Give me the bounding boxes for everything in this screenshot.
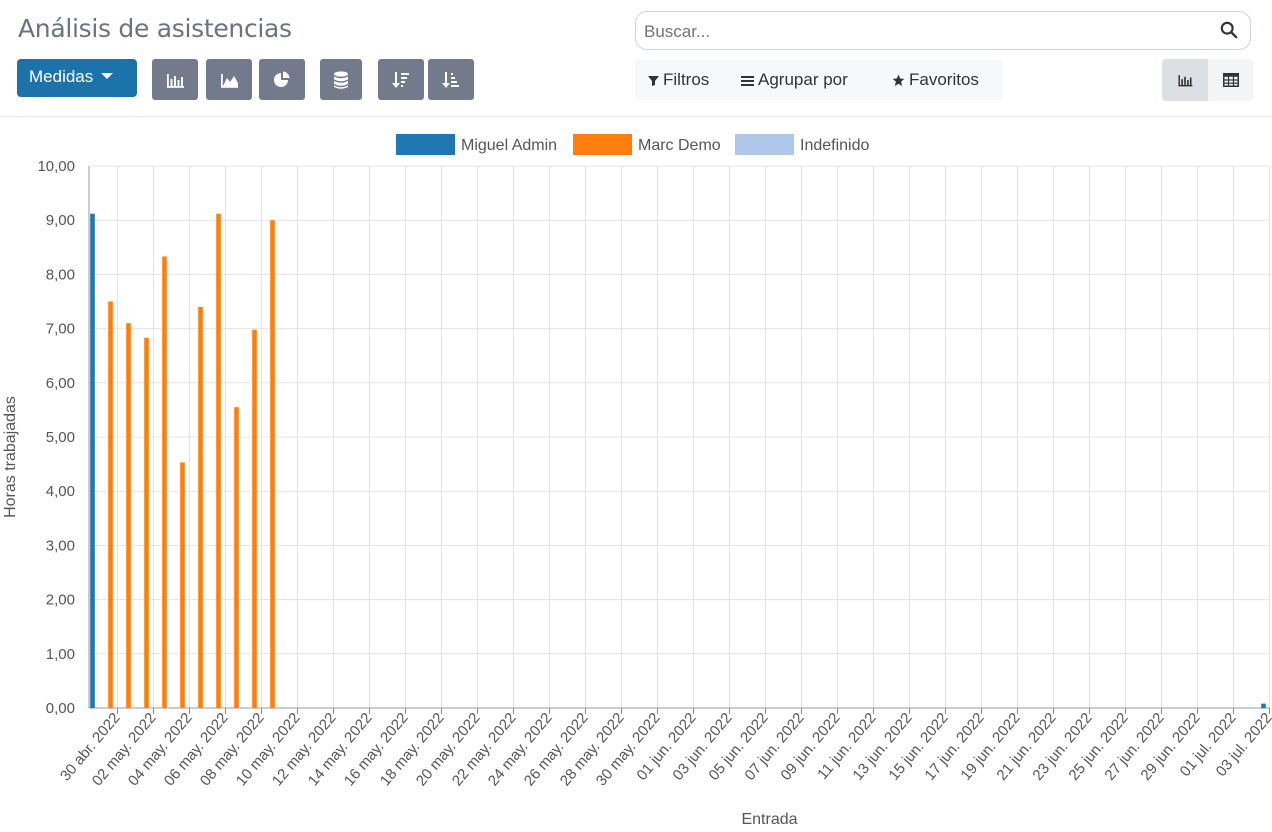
graph-view-button[interactable] <box>1162 59 1208 101</box>
legend-label: Indefinido <box>800 137 869 154</box>
legend-swatch <box>573 134 632 155</box>
legend-item-indefinido[interactable]: Indefinido <box>735 134 869 155</box>
y-tick-label: 3,00 <box>46 537 75 554</box>
view-switcher <box>1162 59 1253 101</box>
bar-marc-demo <box>216 213 221 709</box>
page-title: Análisis de asistencias <box>18 14 292 43</box>
caret-down-icon <box>101 72 114 79</box>
measures-button[interactable]: Medidas <box>17 59 137 97</box>
group-by-dropdown[interactable]: Agrupar por <box>741 70 848 90</box>
bar-marc-demo <box>144 337 149 708</box>
search-icon[interactable] <box>1220 21 1238 39</box>
star-icon <box>892 74 905 87</box>
stacked-button[interactable] <box>320 59 362 100</box>
sort-ascending-button[interactable] <box>428 59 474 100</box>
y-axis-title: Horas trabajadas <box>2 396 19 518</box>
pie-chart-icon <box>274 71 290 87</box>
bar-marc-demo <box>162 256 167 708</box>
measures-label: Medidas <box>29 67 94 86</box>
y-tick-label: 1,00 <box>46 646 75 663</box>
search-panel-options: Filtros Agrupar por Favoritos <box>635 59 1003 100</box>
bar-marc-demo <box>108 301 113 708</box>
y-tick-label: 6,00 <box>46 375 75 392</box>
sort-descending-button[interactable] <box>378 59 424 100</box>
y-tick-label: 9,00 <box>46 212 75 229</box>
pie-chart-button[interactable] <box>259 59 305 100</box>
bar-miguel-admin <box>1261 703 1266 708</box>
bar-marc-demo <box>198 306 203 708</box>
line-chart-button[interactable] <box>206 59 252 100</box>
filters-dropdown[interactable]: Filtros <box>648 70 709 90</box>
sort-descending-icon <box>392 71 409 88</box>
area-chart-icon <box>221 73 238 88</box>
legend-swatch <box>735 134 794 155</box>
group-by-label: Agrupar por <box>758 70 848 89</box>
bar-miguel-admin <box>90 213 95 709</box>
legend-item-miguel-admin[interactable]: Miguel Admin <box>396 134 557 155</box>
bar-chart-button[interactable] <box>152 59 198 100</box>
table-icon <box>1223 73 1239 87</box>
filter-icon <box>648 76 659 87</box>
bar-chart-icon <box>1178 75 1193 87</box>
search-input[interactable] <box>642 21 1206 43</box>
bar-marc-demo <box>252 329 257 708</box>
y-tick-label: 0,00 <box>46 700 75 717</box>
search-bar[interactable] <box>635 11 1251 50</box>
legend-label: Marc Demo <box>638 137 721 154</box>
y-tick-label: 2,00 <box>46 592 75 609</box>
bars-icon <box>741 76 754 87</box>
database-icon <box>334 70 348 89</box>
bar-marc-demo <box>180 462 185 708</box>
sort-ascending-icon <box>442 71 459 88</box>
legend-item-marc-demo[interactable]: Marc Demo <box>573 134 721 155</box>
legend-label: Miguel Admin <box>461 137 557 154</box>
bar-marc-demo <box>126 323 131 708</box>
y-tick-label: 10,00 <box>37 158 75 175</box>
y-tick-label: 8,00 <box>46 266 75 283</box>
y-tick-label: 7,00 <box>46 321 75 338</box>
y-tick-label: 5,00 <box>46 429 75 446</box>
bar-chart-icon <box>167 73 184 88</box>
legend-swatch <box>396 134 455 155</box>
filters-label: Filtros <box>663 70 710 89</box>
x-axis-title: Entrada <box>741 811 797 828</box>
favorites-dropdown[interactable]: Favoritos <box>892 70 979 90</box>
y-tick-label: 4,00 <box>46 483 75 500</box>
bar-chart: 0,00 1,00 2,00 3,00 4,00 5,00 6,00 7,00 8,00 9,00… <box>2 134 1272 828</box>
bar-marc-demo <box>234 407 239 708</box>
pivot-view-button[interactable] <box>1208 59 1254 101</box>
favorites-label: Favoritos <box>909 70 979 89</box>
bar-marc-demo <box>270 220 275 708</box>
